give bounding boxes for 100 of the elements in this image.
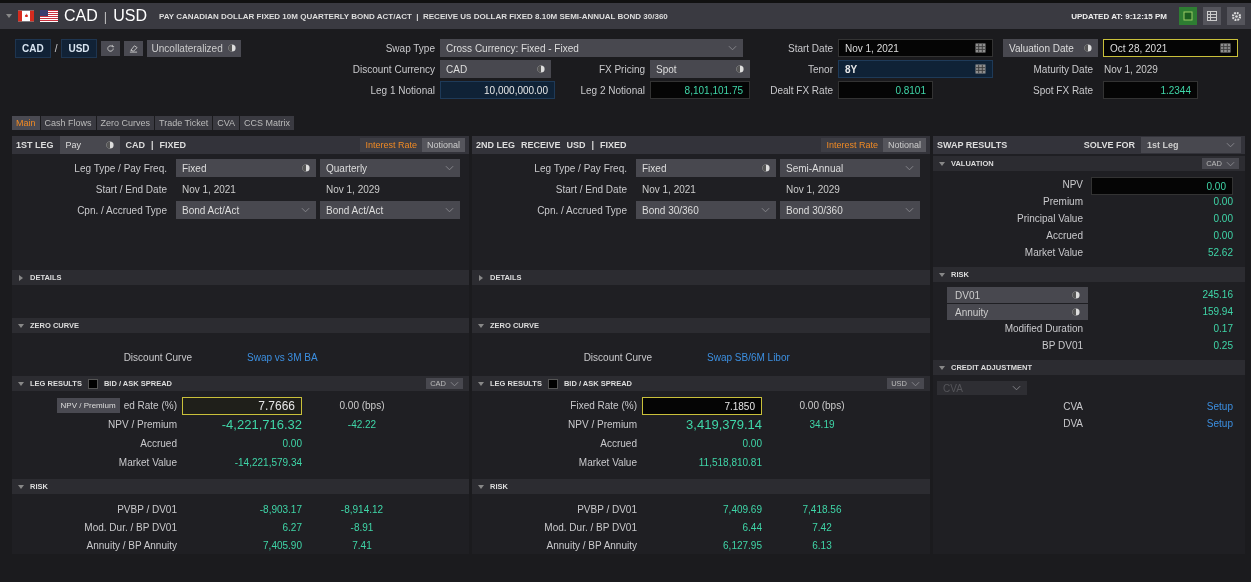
collapse-icon[interactable] bbox=[939, 364, 945, 371]
calendar-icon[interactable] bbox=[975, 43, 986, 53]
tab[interactable]: Main bbox=[12, 116, 40, 130]
mode-tab[interactable]: Interest Rate bbox=[821, 138, 883, 152]
tab[interactable]: CVA bbox=[213, 116, 240, 130]
risk-value: -8.91 bbox=[350, 521, 374, 533]
result-value: 0.00 bbox=[742, 437, 762, 449]
expand-icon[interactable] bbox=[478, 274, 484, 281]
dropdown[interactable]: Bond 30/360 bbox=[636, 201, 776, 219]
type-toggle[interactable]: Fixed bbox=[176, 159, 316, 177]
tenor-field[interactable]: 8Y bbox=[838, 60, 993, 78]
collapse-icon[interactable] bbox=[478, 483, 484, 490]
leg-title: 1ST LEG bbox=[16, 140, 54, 150]
date-value: Nov 1, 2021 bbox=[181, 183, 237, 195]
solve-label: SOLVE FOR bbox=[1083, 140, 1135, 150]
caret-icon bbox=[905, 207, 914, 213]
dropdown[interactable]: Semi-Annual bbox=[780, 159, 920, 177]
field-label: FX Pricing bbox=[598, 63, 646, 75]
tab[interactable]: CCS Matrix bbox=[240, 116, 295, 130]
toggle-icon bbox=[227, 44, 236, 52]
field-label: PVBP / DV01 bbox=[117, 503, 178, 515]
npv-input[interactable]: 0.00 bbox=[1091, 177, 1233, 195]
collapse-icon[interactable] bbox=[6, 13, 12, 19]
caret-icon bbox=[1012, 385, 1021, 391]
setup-link[interactable]: Setup bbox=[1206, 416, 1233, 430]
result-value: 3,419,379.14 bbox=[686, 416, 762, 432]
collapse-icon[interactable] bbox=[939, 160, 945, 167]
field-label: CVA bbox=[1063, 400, 1084, 412]
result-value: 11,518,810.81 bbox=[698, 456, 762, 468]
field-label: Swap Type bbox=[385, 42, 436, 54]
leg-currency: USD bbox=[566, 140, 586, 150]
tab[interactable]: Zero Curves bbox=[96, 116, 155, 130]
risk-value: 6.13 bbox=[812, 539, 832, 551]
rate-input[interactable]: 7.7666 bbox=[182, 397, 302, 415]
result-value: 0.00 bbox=[282, 437, 302, 449]
calendar-icon[interactable] bbox=[975, 64, 986, 74]
field-label: NPV / Premium bbox=[568, 418, 637, 430]
expand-icon[interactable] bbox=[18, 274, 24, 281]
currency-chip[interactable]: CAD bbox=[15, 38, 51, 58]
curve-link[interactable]: Swap vs 3M BA bbox=[197, 341, 469, 374]
date-field[interactable]: Oct 28, 2021 bbox=[1103, 39, 1238, 57]
trade-description: PAY CANADIAN DOLLAR FIXED 10M QUARTERLY BOND ACT/ACT | RECEIVE US DOLLAR FIXED 8.10M SEMI-ANNUAL BOND 30/360 bbox=[158, 11, 668, 21]
date-field[interactable]: Nov 1, 2021 bbox=[838, 39, 993, 57]
dropdown[interactable]: Bond 30/360 bbox=[780, 201, 920, 219]
mode-tab[interactable]: Notional bbox=[882, 138, 926, 152]
field-label: Start / End Date bbox=[555, 183, 628, 195]
direction-toggle[interactable]: Pay bbox=[59, 136, 120, 154]
eraser-icon[interactable] bbox=[123, 40, 143, 56]
fx-rate-field[interactable]: 0.8101 bbox=[838, 81, 933, 99]
metric-toggle[interactable]: Annuity bbox=[947, 304, 1088, 320]
notional-field[interactable]: 8,101,101.75 bbox=[650, 81, 750, 99]
collapse-icon[interactable] bbox=[478, 380, 484, 387]
type-toggle[interactable]: Fixed bbox=[636, 159, 776, 177]
result-extra: 0.00 (bps) bbox=[799, 399, 845, 411]
curve-link[interactable]: Swap SB/6M Libor bbox=[657, 341, 930, 374]
valuation-date-toggle[interactable]: Valuation Date bbox=[1003, 39, 1098, 57]
result-value: 0.25 bbox=[1213, 339, 1233, 351]
checkbox[interactable] bbox=[87, 378, 98, 389]
collapse-icon[interactable] bbox=[478, 322, 484, 329]
setup-link[interactable]: Setup bbox=[1206, 399, 1233, 413]
caret-icon bbox=[1226, 160, 1235, 167]
panel-title: SWAP RESULTS bbox=[937, 140, 1008, 150]
risk-value: -8,914.12 bbox=[340, 503, 384, 515]
field-label: Discount Curve bbox=[583, 352, 653, 363]
field-label: ed Rate (%) bbox=[123, 399, 177, 411]
collapse-icon[interactable] bbox=[18, 380, 24, 387]
solve-dropdown[interactable]: 1st Leg bbox=[1141, 137, 1241, 153]
notional-field[interactable]: 10,000,000.00 bbox=[440, 81, 555, 99]
collapse-icon[interactable] bbox=[18, 322, 24, 329]
swap-type-dropdown[interactable]: Cross Currency: Fixed - Fixed bbox=[440, 39, 743, 57]
grid-icon[interactable] bbox=[1203, 7, 1221, 25]
collapse-icon[interactable] bbox=[939, 271, 945, 278]
tab[interactable]: Cash Flows bbox=[40, 116, 96, 130]
field-label: Principal Value bbox=[1017, 212, 1084, 224]
collapse-icon[interactable] bbox=[18, 483, 24, 490]
fx-pricing-dropdown[interactable]: Spot bbox=[650, 60, 750, 78]
currency-dropdown[interactable]: CAD bbox=[440, 60, 551, 78]
calendar-icon[interactable] bbox=[1220, 43, 1231, 53]
mode-tab[interactable]: Interest Rate bbox=[360, 138, 422, 152]
result-value: -4,221,716.32 bbox=[221, 416, 302, 432]
toggle-icon bbox=[302, 164, 310, 172]
result-value: 52.62 bbox=[1207, 246, 1233, 258]
toggle-icon bbox=[1072, 291, 1080, 299]
checkbox[interactable] bbox=[547, 378, 558, 389]
field-label: Modified Duration bbox=[1004, 322, 1084, 334]
mode-tab[interactable]: Notional bbox=[421, 138, 465, 152]
tab[interactable]: Trade Ticket bbox=[155, 116, 213, 130]
dropdown[interactable]: Bond Act/Act bbox=[176, 201, 316, 219]
field-label: Mod. Dur. / BP DV01 bbox=[544, 521, 638, 533]
risk-value: 7,409.69 bbox=[723, 503, 762, 515]
rate-input[interactable]: 7.1850 bbox=[642, 397, 762, 415]
fx-rate-field[interactable]: 1.2344 bbox=[1103, 81, 1198, 99]
dropdown[interactable]: Quarterly bbox=[320, 159, 460, 177]
refresh-icon[interactable] bbox=[100, 40, 120, 56]
collateral-toggle[interactable]: Uncollateralized bbox=[146, 39, 241, 57]
date-value: Nov 1, 2021 bbox=[641, 183, 697, 195]
settings-icon[interactable] bbox=[1227, 7, 1245, 25]
metric-toggle[interactable]: DV01 bbox=[947, 287, 1088, 303]
dropdown[interactable]: Bond Act/Act bbox=[320, 201, 460, 219]
currency-chip[interactable]: USD bbox=[61, 38, 97, 58]
